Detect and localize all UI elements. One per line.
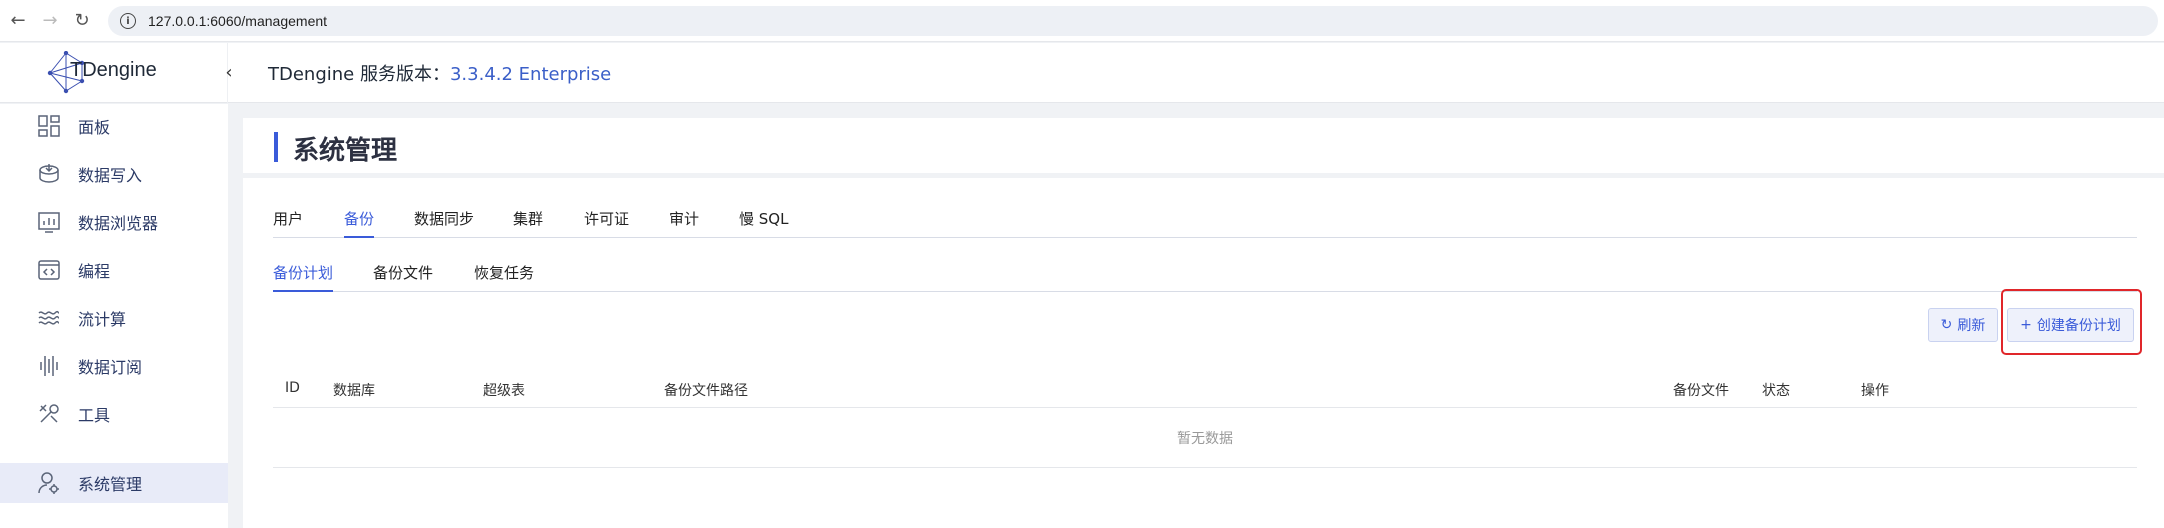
sidebar-item-stream[interactable]: 流计算 xyxy=(0,298,228,338)
tab-backup-plan[interactable]: 备份计划 xyxy=(273,262,334,292)
empty-state: 暂无数据 xyxy=(273,408,2137,468)
user-settings-icon xyxy=(36,470,62,496)
tab-restore-tasks[interactable]: 恢复任务 xyxy=(474,262,534,292)
sidebar-item-dashboard[interactable]: 面板 xyxy=(0,106,228,146)
page-title: 系统管理 xyxy=(293,136,398,166)
reload-icon[interactable]: ↻ xyxy=(68,7,96,35)
refresh-label: 刷新 xyxy=(1957,318,1986,334)
version-label: TDengine 服务版本： xyxy=(268,64,450,85)
title-accent-bar xyxy=(274,132,278,162)
create-backup-plan-button[interactable]: + 创建备份计划 xyxy=(2007,308,2134,342)
dashboard-icon xyxy=(36,113,62,139)
sub-tabs: 备份计划 备份文件 恢复任务 xyxy=(273,262,2137,292)
column-id: ID xyxy=(285,380,300,396)
back-icon[interactable]: ← xyxy=(4,7,32,35)
database-in-icon xyxy=(36,161,62,187)
sidebar-item-label: 编程 xyxy=(78,262,111,281)
sidebar-item-data-browser[interactable]: 数据浏览器 xyxy=(0,202,228,242)
column-status: 状态 xyxy=(1762,383,1790,399)
column-supertable: 超级表 xyxy=(483,383,525,399)
browser-toolbar: ← → ↻ i 127.0.0.1:6060/management xyxy=(0,0,2164,42)
tab-slow-sql[interactable]: 慢 SQL xyxy=(739,208,788,238)
app-header: TDengine ‹ TDengine 服务版本：3.3.4.2 Enterpr… xyxy=(0,43,2164,103)
column-actions: 操作 xyxy=(1861,383,1889,399)
sidebar-item-data-write[interactable]: 数据写入 xyxy=(0,154,228,194)
sidebar-item-system-management[interactable]: 系统管理 xyxy=(0,463,228,503)
sidebar-item-label: 数据订阅 xyxy=(78,358,143,377)
version-value: 3.3.4.2 Enterprise xyxy=(449,64,612,85)
forward-icon[interactable]: → xyxy=(36,7,64,35)
content-card: 用户 备份 数据同步 集群 许可证 审计 慢 SQL 备份计划 备份文件 恢复任… xyxy=(243,178,2164,528)
table-header: ID 数据库 超级表 备份文件路径 备份文件 状态 操作 xyxy=(273,368,2137,408)
sidebar-item-programming[interactable]: 编程 xyxy=(0,250,228,290)
url-text: 127.0.0.1:6060/management xyxy=(148,13,328,29)
refresh-button[interactable]: ↻ 刷新 xyxy=(1928,308,1998,342)
sidebar-item-label: 流计算 xyxy=(78,310,127,329)
sidebar: 面板 数据写入 数据浏览器 编程 流计算 数据订阅 工具 系统管理 xyxy=(0,104,228,528)
logo-area: TDengine xyxy=(0,43,228,103)
tab-audit[interactable]: 审计 xyxy=(669,208,699,238)
create-backup-plan-label: 创建备份计划 xyxy=(2036,318,2121,334)
sidebar-item-label: 数据写入 xyxy=(78,166,143,185)
tools-icon xyxy=(36,401,62,427)
sidebar-item-label: 系统管理 xyxy=(78,475,143,494)
column-database: 数据库 xyxy=(333,383,375,399)
sidebar-item-tools[interactable]: 工具 xyxy=(0,394,228,434)
tab-data-sync[interactable]: 数据同步 xyxy=(414,208,474,238)
refresh-icon: ↻ xyxy=(1940,317,1953,333)
service-version-title: TDengine 服务版本：3.3.4.2 Enterprise xyxy=(268,60,611,86)
waves-icon xyxy=(36,305,62,331)
sidebar-item-label: 工具 xyxy=(78,406,111,425)
column-backup-file: 备份文件 xyxy=(1673,383,1729,399)
column-backup-path: 备份文件路径 xyxy=(664,383,748,399)
tab-cluster[interactable]: 集群 xyxy=(513,208,543,238)
info-icon[interactable]: i xyxy=(120,13,136,29)
tab-license[interactable]: 许可证 xyxy=(584,208,629,238)
logo-text: TDengine xyxy=(70,59,157,81)
chart-icon xyxy=(36,209,62,235)
tab-users[interactable]: 用户 xyxy=(273,208,303,238)
collapse-sidebar-icon[interactable]: ‹ xyxy=(218,61,240,83)
address-bar[interactable]: i 127.0.0.1:6060/management xyxy=(108,6,2158,36)
plus-icon: + xyxy=(2020,317,2032,333)
subscribe-icon xyxy=(36,353,62,379)
sidebar-item-subscribe[interactable]: 数据订阅 xyxy=(0,346,228,386)
code-icon xyxy=(36,257,62,283)
tab-backup[interactable]: 备份 xyxy=(344,208,375,238)
page-title-card: 系统管理 xyxy=(243,118,2164,173)
tab-backup-files[interactable]: 备份文件 xyxy=(373,262,433,292)
sidebar-item-label: 面板 xyxy=(78,118,111,137)
main-tabs: 用户 备份 数据同步 集群 许可证 审计 慢 SQL xyxy=(273,208,2137,238)
sidebar-item-label: 数据浏览器 xyxy=(78,214,159,233)
